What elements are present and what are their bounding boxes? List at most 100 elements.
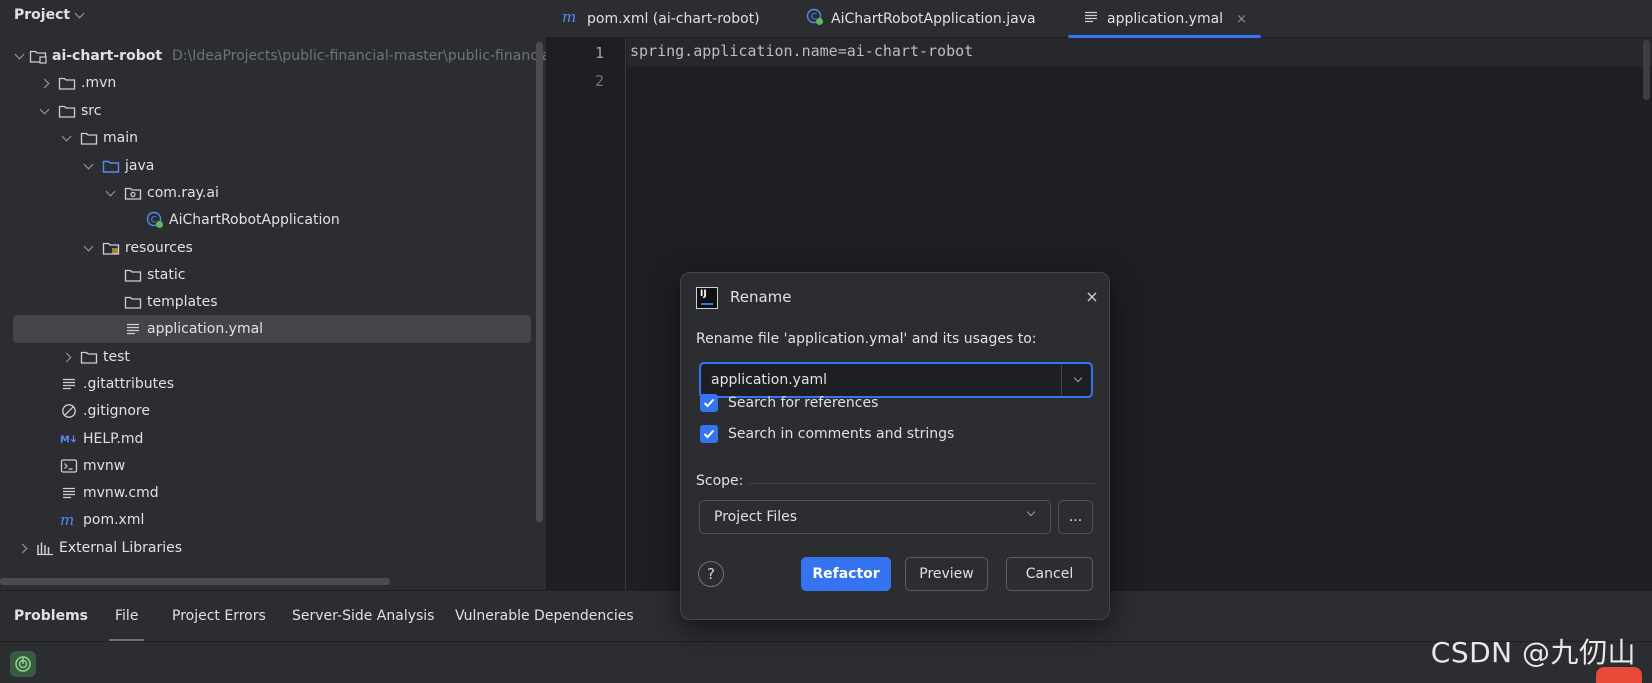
tree-item-static[interactable]: static [0,261,540,289]
tree-item-label: External Libraries [59,540,182,556]
tree-item-java[interactable]: java [0,152,540,180]
maven-icon: m [562,8,580,29]
tree-horizontal-scrollbar[interactable] [0,578,390,585]
tree-item-help-md[interactable]: M HELP.md [0,425,540,453]
checkbox-label: Search in comments and strings [728,426,955,442]
tree-item-external-libraries[interactable]: External Libraries [0,534,540,562]
editor-tab-bar: m pom.xml (ai-chart-robot) C AiChartRobo… [546,0,1652,38]
tree-item-main[interactable]: main [0,124,540,152]
cancel-button[interactable]: Cancel [1006,557,1093,591]
text-file-icon [1082,9,1100,29]
tree-item-label: test [103,349,130,365]
preview-button[interactable]: Preview [905,557,988,591]
chevron-down-icon[interactable] [14,48,25,64]
project-view-selector[interactable]: Project [14,4,85,26]
chevron-down-icon[interactable] [58,130,74,146]
search-comments-option[interactable]: Search in comments and strings [700,423,954,445]
tree-item-label: pom.xml [83,512,145,528]
tab-file[interactable]: File [108,591,145,641]
text-file-icon [60,485,78,501]
help-button[interactable]: ? [698,561,724,587]
tree-item-label: src [81,103,102,119]
rename-dialog: IJ Rename × Rename file 'application.yma… [680,272,1110,620]
spring-boot-class-icon: C [146,211,164,228]
search-references-checkbox[interactable] [700,394,718,412]
tree-item-label: mvnw [83,458,126,474]
tree-item-test[interactable]: test [0,343,540,371]
search-comments-checkbox[interactable] [700,425,718,443]
tree-item-pom-xml[interactable]: m pom.xml [0,506,540,534]
tree-item-main-class[interactable]: C AiChartRobotApplication [0,206,540,234]
tab-project-errors[interactable]: Project Errors [172,591,266,641]
tab-server-side-analysis[interactable]: Server-Side Analysis [292,591,434,641]
editor-scrollbar[interactable] [1643,40,1650,100]
tree-item-label: mvnw.cmd [83,485,159,501]
tree-item-resources[interactable]: resources [0,234,540,262]
tab-aichartrobotapplication[interactable]: C AiChartRobotApplication.java [806,0,1036,38]
refactor-button[interactable]: Refactor [801,557,891,591]
svg-text:M: M [60,435,70,446]
chevron-down-icon[interactable] [36,103,52,119]
tab-application-ymal[interactable]: application.ymal × [1068,0,1261,38]
chevron-right-icon[interactable] [58,349,74,365]
tree-item-mvn[interactable]: .mvn [0,69,540,97]
tree-item-ai-chart-robot[interactable]: ai-chart-robot D:\IdeaProjects\public-fi… [0,42,546,70]
tab-label: AiChartRobotApplication.java [831,11,1036,27]
analysis-status-icon[interactable] [10,651,36,677]
line-number-gutter: 1 2 [546,38,626,590]
divider [0,641,1652,642]
tree-vertical-scrollbar[interactable] [536,42,543,522]
scope-select[interactable]: Project Files [699,500,1051,534]
close-icon[interactable]: × [1081,285,1103,307]
tab-problems[interactable]: Problems [14,591,88,641]
scope-more-button[interactable]: ... [1058,500,1093,534]
source-folder-icon [102,158,120,174]
line-number: 2 [594,72,604,90]
search-references-option[interactable]: Search for references [700,392,878,414]
tab-pom-xml[interactable]: m pom.xml (ai-chart-robot) [562,0,760,38]
svg-text:m: m [562,9,576,25]
project-path: D:\IdeaProjects\public-financial-master\… [172,48,546,64]
tree-item-mvnw-cmd[interactable]: mvnw.cmd [0,479,540,507]
folder-icon [58,75,76,91]
tree-item-application-ymal[interactable]: application.ymal [0,315,540,343]
spring-boot-class-icon: C [806,8,824,30]
tab-vulnerable-dependencies[interactable]: Vulnerable Dependencies [455,591,634,641]
chevron-right-icon[interactable] [36,75,52,91]
chevron-down-icon[interactable] [80,158,96,174]
tree-item-templates[interactable]: templates [0,288,540,316]
tree-item-label: static [147,267,186,283]
chevron-down-icon [1026,507,1036,517]
tree-item-src[interactable]: src [0,97,540,125]
ignore-file-icon [60,403,78,419]
history-dropdown-button[interactable] [1062,364,1093,396]
tree-item-label: ai-chart-robot [52,48,163,64]
folder-icon [124,267,142,283]
tree-item-label: .gitattributes [83,376,175,392]
code-line[interactable]: spring.application.name=ai-chart-robot [630,42,973,60]
folder-icon [58,103,76,119]
intellij-logo-icon: IJ [696,287,718,309]
project-panel: Project ai-chart-robot D:\IdeaProjects\p… [0,0,546,590]
module-folder-icon [29,48,47,64]
tree-item-label: main [103,130,138,146]
libraries-icon [36,540,54,556]
tree-item-label: HELP.md [83,431,144,447]
markdown-icon: M [60,431,78,447]
divider [749,483,1095,484]
tree-item-label: resources [125,240,193,256]
chevron-down-icon[interactable] [80,240,96,256]
project-title: Project [14,7,71,23]
tree-item-gitattributes[interactable]: .gitattributes [0,370,540,398]
svg-text:m: m [60,512,74,528]
tree-item-mvnw[interactable]: mvnw [0,452,540,480]
dialog-title: Rename [730,288,792,306]
csdn-logo [1596,667,1642,683]
tree-item-label: java [125,158,155,174]
text-file-icon [60,376,78,392]
tree-item-gitignore[interactable]: .gitignore [0,397,540,425]
chevron-down-icon[interactable] [102,185,118,201]
tree-item-package[interactable]: com.ray.ai [0,179,540,207]
close-icon[interactable]: × [1236,12,1247,27]
chevron-right-icon[interactable] [14,540,30,556]
